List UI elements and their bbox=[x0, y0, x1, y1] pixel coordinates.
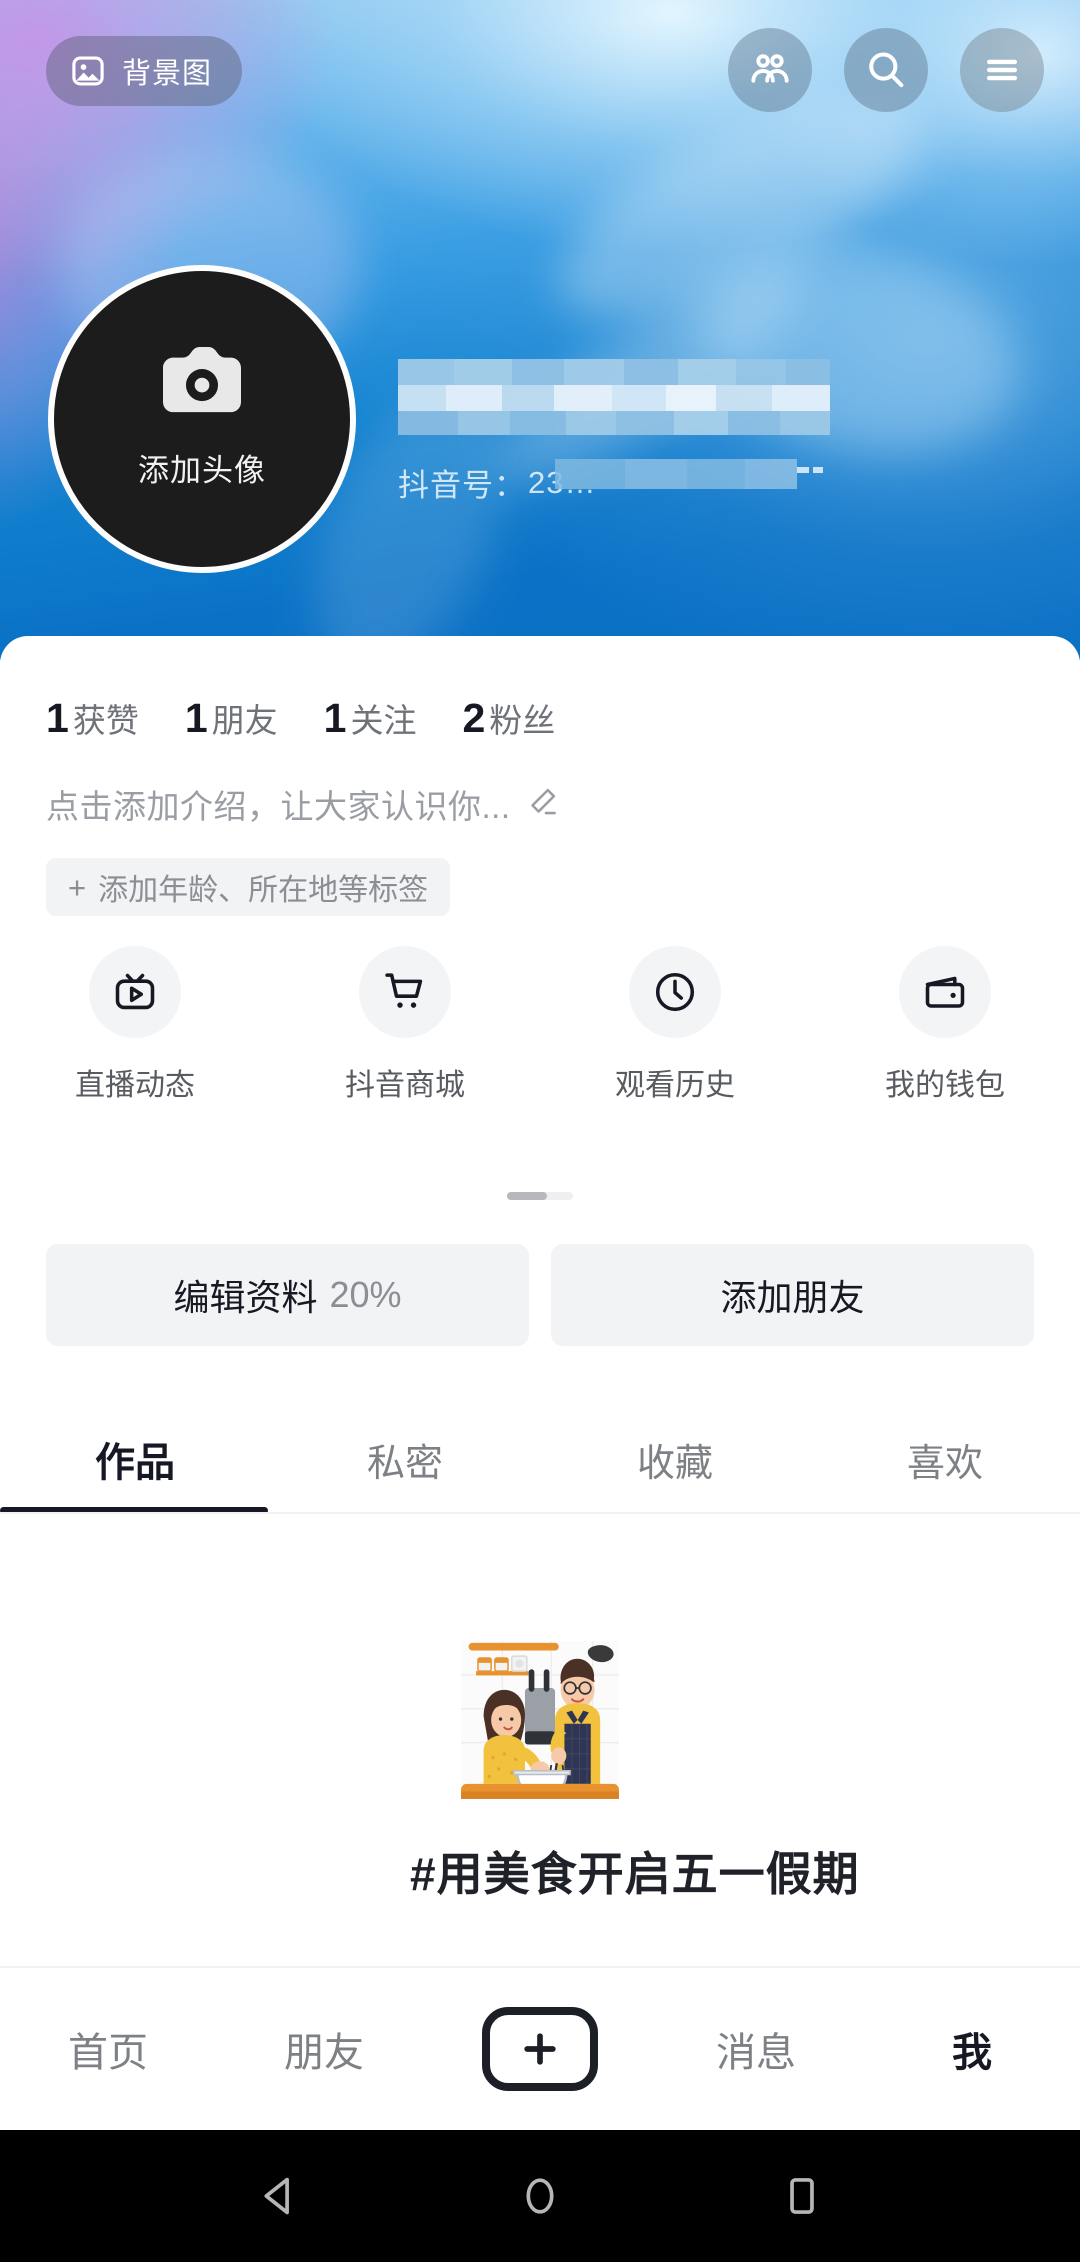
nickname-redacted bbox=[398, 345, 830, 441]
bottom-navigation: 首页 朋友 消息 我 bbox=[0, 1966, 1080, 2130]
quick-entry-label: 观看历史 bbox=[615, 1069, 735, 1102]
edit-profile-progress: 20% bbox=[329, 1274, 402, 1315]
stat-likes[interactable]: 1 获赞 bbox=[46, 694, 139, 742]
tab-favorites[interactable]: 收藏 bbox=[540, 1404, 810, 1514]
stat-value: 1 bbox=[323, 695, 347, 741]
stat-friends[interactable]: 1 朋友 bbox=[185, 694, 278, 742]
bottom-nav-label: 消息 bbox=[716, 2031, 796, 2075]
tab-label: 私密 bbox=[366, 1442, 443, 1485]
people-icon bbox=[747, 47, 793, 93]
bio-row[interactable]: 点击添加介绍，让大家认识你... bbox=[46, 780, 559, 828]
quick-entry-label: 我的钱包 bbox=[885, 1069, 1005, 1102]
app-screen: 背景图 添加头像 抖音号： 1 获赞 1 朋友 1 关注 2 粉丝 点击添加介绍… bbox=[0, 0, 1080, 2262]
menu-button[interactable] bbox=[960, 28, 1044, 112]
live-tv-icon bbox=[89, 946, 181, 1038]
quick-entry-label: 直播动态 bbox=[75, 1069, 195, 1102]
android-system-nav bbox=[0, 2130, 1080, 2262]
stat-following[interactable]: 1 关注 bbox=[324, 694, 417, 742]
search-icon bbox=[863, 47, 909, 93]
edit-profile-button[interactable]: 编辑资料 20% bbox=[46, 1244, 529, 1346]
tab-label: 作品 bbox=[95, 1441, 175, 1485]
add-friend-label: 添加朋友 bbox=[720, 1277, 865, 1318]
plus-icon[interactable] bbox=[482, 2007, 598, 2091]
tab-liked[interactable]: 喜欢 bbox=[810, 1404, 1080, 1514]
stat-value: 1 bbox=[46, 695, 69, 741]
header-actions bbox=[728, 28, 1044, 112]
cover-image-label: 背景图 bbox=[122, 58, 213, 90]
bottom-nav-messages[interactable]: 消息 bbox=[648, 2020, 864, 2078]
stat-label: 朋友 bbox=[211, 702, 278, 739]
bottom-nav-label: 首页 bbox=[68, 2031, 148, 2075]
scroll-thumb bbox=[507, 1192, 547, 1200]
quick-entries-scroll-indicator bbox=[507, 1192, 573, 1200]
profile-card: 1 获赞 1 朋友 1 关注 2 粉丝 点击添加介绍，让大家认识你... + 添… bbox=[0, 636, 1080, 1966]
profile-stats: 1 获赞 1 朋友 1 关注 2 粉丝 bbox=[46, 694, 555, 742]
promo-banner-title: #用美食开启五一假期 bbox=[410, 1848, 860, 1900]
bottom-nav-me[interactable]: 我 bbox=[864, 2020, 1080, 2078]
search-button[interactable] bbox=[844, 28, 928, 112]
stat-label: 关注 bbox=[350, 702, 417, 739]
content-tabs: 作品 私密 收藏 喜欢 bbox=[0, 1404, 1080, 1514]
add-friend-button[interactable]: 添加朋友 bbox=[551, 1244, 1034, 1346]
quick-entry-mall[interactable]: 抖音商城 bbox=[270, 946, 540, 1104]
circle-home-icon[interactable] bbox=[514, 2170, 566, 2222]
stat-value: 1 bbox=[184, 695, 208, 741]
douyin-id-label: 抖音号： bbox=[398, 468, 526, 503]
clock-icon bbox=[629, 946, 721, 1038]
quick-entry-history[interactable]: 观看历史 bbox=[540, 946, 810, 1104]
tab-label: 喜欢 bbox=[906, 1442, 983, 1485]
tab-private[interactable]: 私密 bbox=[270, 1404, 540, 1514]
bottom-nav-home[interactable]: 首页 bbox=[0, 2020, 216, 2078]
cart-icon bbox=[359, 946, 451, 1038]
add-tags-label: 添加年龄、所在地等标签 bbox=[98, 874, 429, 907]
douyin-id-redacted bbox=[555, 455, 835, 497]
stat-followers[interactable]: 2 粉丝 bbox=[462, 694, 555, 742]
bottom-nav-friends[interactable]: 朋友 bbox=[216, 2020, 432, 2078]
bottom-nav-label: 朋友 bbox=[284, 2031, 364, 2075]
wallet-icon bbox=[899, 946, 991, 1038]
quick-entry-live[interactable]: 直播动态 bbox=[0, 946, 270, 1104]
bottom-nav-create[interactable] bbox=[432, 2007, 648, 2091]
quick-entry-label: 抖音商城 bbox=[345, 1069, 465, 1102]
tabs-divider bbox=[0, 1512, 1080, 1514]
image-icon bbox=[70, 53, 106, 89]
promo-banner[interactable]: #用美食开启五一假期 bbox=[410, 1626, 860, 1904]
tab-label: 收藏 bbox=[636, 1442, 713, 1485]
square-recents-icon[interactable] bbox=[776, 2170, 828, 2222]
hamburger-icon bbox=[980, 48, 1024, 92]
stat-value: 2 bbox=[462, 695, 486, 741]
tab-content-area: #用美食开启五一假期 bbox=[0, 1516, 1080, 1966]
stat-label: 粉丝 bbox=[489, 702, 556, 739]
kitchen-cooking-illustration bbox=[446, 1626, 634, 1814]
camera-icon bbox=[150, 346, 254, 435]
plus-icon: + bbox=[68, 869, 87, 905]
tab-works[interactable]: 作品 bbox=[0, 1404, 270, 1514]
pencil-icon[interactable] bbox=[525, 785, 559, 824]
friends-button[interactable] bbox=[728, 28, 812, 112]
triangle-back-icon[interactable] bbox=[252, 2170, 304, 2222]
quick-entries: 直播动态 抖音商城 观看历史 我的钱包 bbox=[0, 946, 1080, 1104]
stat-label: 获赞 bbox=[72, 702, 139, 739]
bio-placeholder: 点击添加介绍，让大家认识你... bbox=[46, 788, 511, 825]
avatar-add-label: 添加头像 bbox=[138, 453, 266, 488]
quick-entry-wallet[interactable]: 我的钱包 bbox=[810, 946, 1080, 1104]
profile-action-buttons: 编辑资料 20% 添加朋友 bbox=[46, 1244, 1034, 1346]
add-tags-button[interactable]: + 添加年龄、所在地等标签 bbox=[46, 858, 451, 916]
edit-profile-label: 编辑资料 bbox=[173, 1277, 318, 1318]
cover-image-button[interactable]: 背景图 bbox=[46, 36, 243, 106]
bottom-nav-label: 我 bbox=[952, 2031, 992, 2075]
avatar[interactable]: 添加头像 bbox=[48, 265, 356, 573]
